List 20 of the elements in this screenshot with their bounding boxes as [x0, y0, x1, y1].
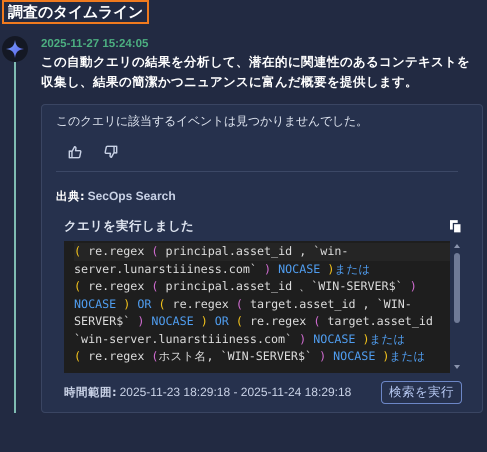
time-range-value: 2025-11-23 18:29:18 - 2025-11-24 18:29:18	[120, 385, 352, 400]
code-line: ( re.regex ( principal.asset_id 、`WIN-SERVER$` )	[74, 278, 418, 295]
time-range-label: 時間範囲:	[64, 385, 117, 400]
code-line: NOCASE ) OR ( re.regex ( target.asset_id , `WIN-	[74, 296, 413, 313]
code-line: server.lunarstiiiness.com` ) NOCASE )または	[74, 260, 372, 278]
source-value: SecOps Search	[88, 188, 176, 204]
description-text: この自動クエリの結果を分析して、潜在的に関連性のあるコンテキストを収集し、結果の簡潔かつニュアンスに富んだ概要を提供します。	[41, 53, 471, 91]
timestamp: 2025-11-27 15:24:05	[41, 37, 150, 52]
code-line: SERVER$` ) NOCASE ) OR ( re.regex ( target.asset_id	[74, 313, 434, 330]
run-search-button[interactable]: 検索を実行	[381, 381, 462, 404]
thumbs-down-icon[interactable]	[104, 145, 118, 159]
section-title: 調査のタイムライン	[2, 0, 149, 24]
query-title: クエリを実行しました	[64, 218, 194, 235]
code-line: ( re.regex (ホスト名, `WIN-SERVER$` ) NOCASE )または	[74, 348, 426, 365]
source-label: 出典:	[56, 188, 85, 204]
result-message: このクエリに該当するイベントは見つかりませんでした。	[56, 113, 369, 130]
copy-icon[interactable]	[450, 220, 462, 234]
sparkle-avatar-icon	[2, 36, 28, 62]
code-line: `win-server.lunarstiiiness.com` ) NOCASE )または	[74, 330, 407, 348]
thumbs-up-icon[interactable]	[68, 145, 82, 159]
